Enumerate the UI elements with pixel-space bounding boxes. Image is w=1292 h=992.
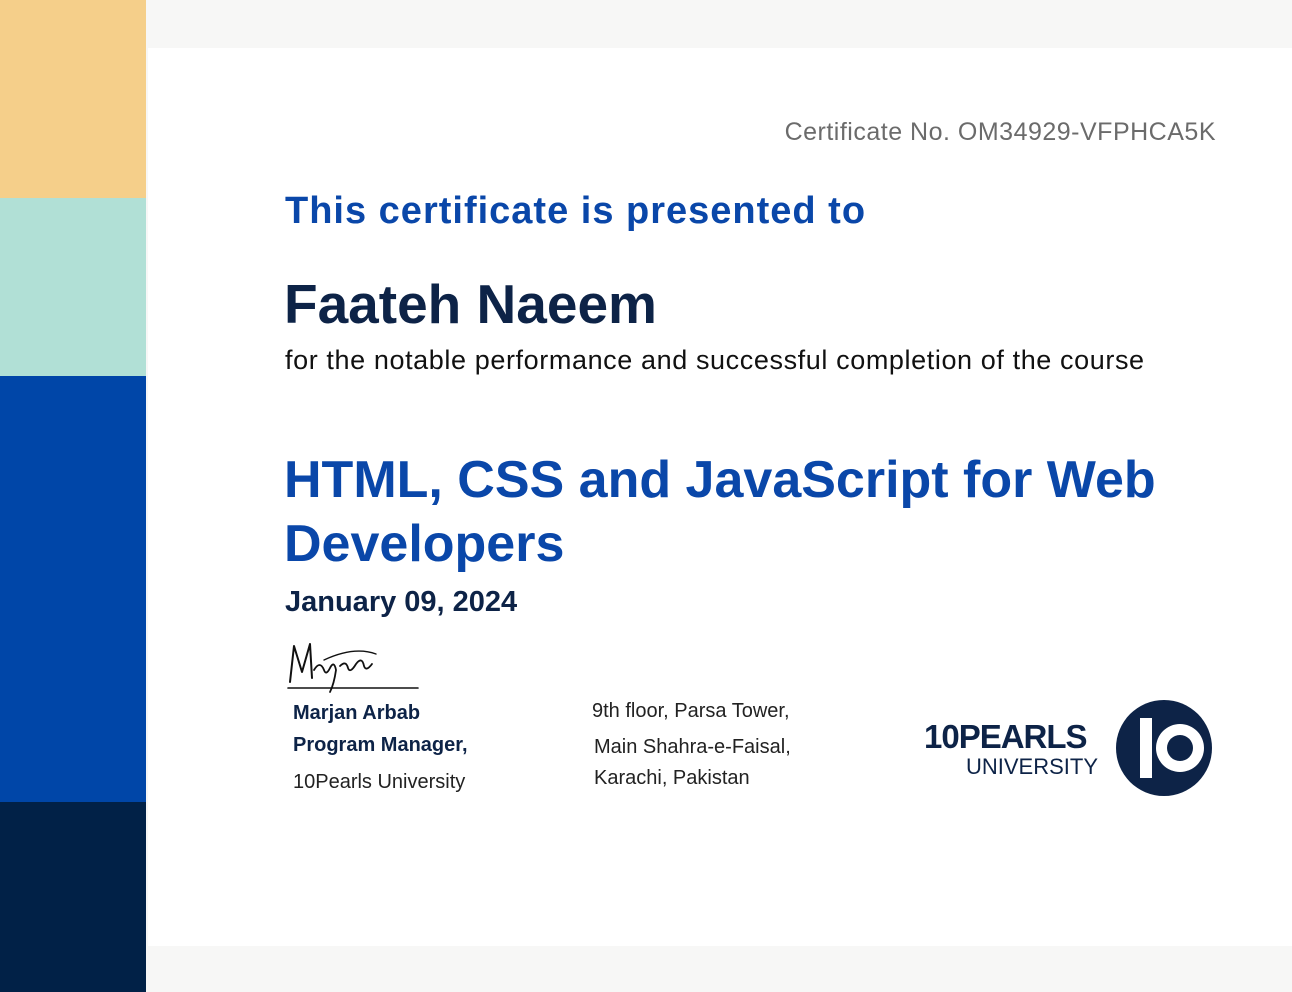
certificate-page: Certificate No. OM34929-VFPHCA5K This ce… — [0, 0, 1292, 992]
10-monogram-icon — [1116, 700, 1212, 796]
side-color-stripes — [0, 0, 146, 992]
recipient-name: Faateh Naeem — [284, 273, 657, 335]
certificate-sheet: Certificate No. OM34929-VFPHCA5K This ce… — [148, 48, 1292, 946]
address-line-3: Karachi, Pakistan — [594, 767, 750, 789]
logo-sub-text: UNIVERSITY — [966, 754, 1099, 779]
certificate-number: Certificate No. OM34929-VFPHCA5K — [784, 118, 1216, 146]
signer-organization: 10Pearls University — [293, 771, 466, 793]
presented-to-heading: This certificate is presented to — [285, 190, 867, 232]
address-line-1: 9th floor, Parsa Tower, — [592, 700, 790, 722]
issue-date: January 09, 2024 — [285, 586, 518, 618]
stripe-mint — [0, 198, 146, 376]
address-line-2: Main Shahra-e-Faisal, — [594, 736, 791, 758]
completion-description: for the notable performance and successf… — [285, 345, 1145, 375]
10pearls-university-logo: 10PEARLS UNIVERSITY — [924, 698, 1214, 798]
stripe-blue — [0, 376, 146, 802]
stripe-navy — [0, 802, 146, 992]
signer-name: Marjan Arbab — [293, 702, 421, 724]
logo-main-text: 10PEARLS — [924, 718, 1088, 755]
course-title: HTML, CSS and JavaScript for Web Develop… — [284, 451, 1156, 573]
signer-role: Program Manager, — [293, 734, 468, 756]
signature-image — [287, 643, 419, 693]
stripe-yellow — [0, 0, 146, 198]
